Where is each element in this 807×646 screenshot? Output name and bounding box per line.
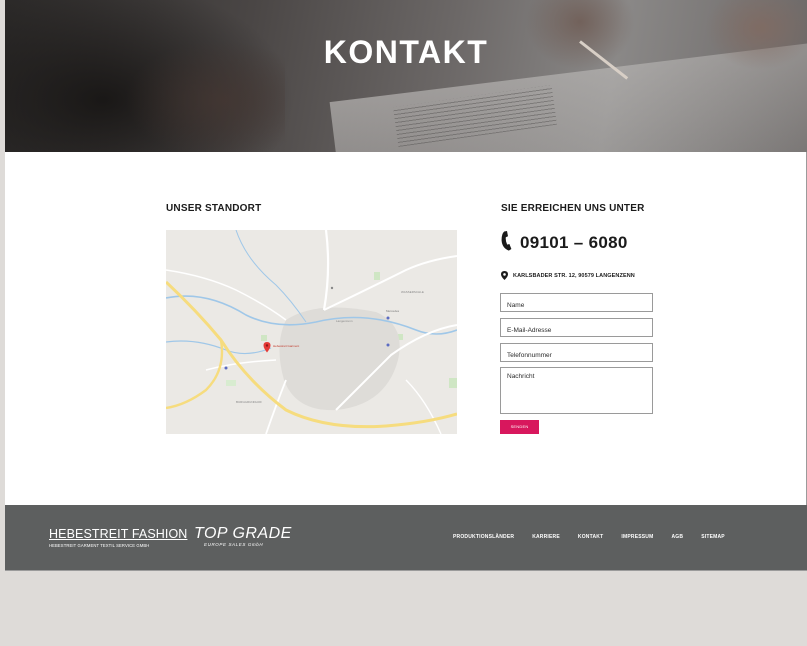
nav-link-produktionslaender[interactable]: PRODUKTIONSLÄNDER (453, 534, 514, 540)
browser-page: KONTAKT UNSER STANDORT WASSERSCHLE Merce… (5, 0, 807, 570)
nav-link-kontakt[interactable]: KONTAKT (578, 534, 603, 540)
phone-icon (501, 230, 514, 256)
svg-text:Langenzenn: Langenzenn (336, 319, 353, 323)
contact-heading: SIE ERREICHEN UNS UNTER (501, 203, 645, 214)
footer-nav: PRODUKTIONSLÄNDER KARRIERE KONTAKT IMPRE… (453, 534, 743, 540)
nav-link-impressum[interactable]: IMPRESSUM (621, 534, 653, 540)
logo2-subtitle: EUROPE SALES GmbH (204, 542, 264, 547)
phone-number[interactable]: 09101 – 6080 (520, 233, 628, 253)
address-row: KARLSBADER STR. 12, 90579 LANGENZENN (501, 267, 635, 285)
svg-text:WASSERSCHLE: WASSERSCHLE (401, 290, 424, 294)
page-title: KONTAKT (323, 34, 489, 70)
svg-text:Hebestreit Garment: Hebestreit Garment (273, 344, 299, 348)
svg-text:Mercedes: Mercedes (386, 309, 400, 313)
name-field[interactable] (500, 293, 653, 312)
address-text: KARLSBADER STR. 12, 90579 LANGENZENN (513, 273, 635, 279)
footer: HEBESTREIT FASHION HEBESTREIT GARMENT TE… (5, 505, 807, 570)
logo1-subtitle: HEBESTREIT GARMENT TEXTIL SERVICE GMBH (49, 543, 150, 548)
nav-link-agb[interactable]: AGB (671, 534, 683, 540)
nav-link-sitemap[interactable]: SITEMAP (701, 534, 725, 540)
map-pin-icon (501, 267, 508, 285)
hebestreit-logo[interactable]: HEBESTREIT FASHION HEBESTREIT GARMENT TE… (49, 527, 188, 549)
message-field[interactable] (500, 367, 653, 414)
topgrade-logo[interactable]: TOP GRADE EUROPE SALES GmbH (194, 525, 292, 548)
email-field[interactable] (500, 318, 653, 337)
logo1-title: HEBESTREIT FASHION (49, 527, 188, 541)
location-map[interactable]: WASSERSCHLE Mercedes BURGGRUNDHOF Langen… (166, 230, 457, 434)
map-graphic: WASSERSCHLE Mercedes BURGGRUNDHOF Langen… (166, 230, 457, 434)
phone-field[interactable] (500, 343, 653, 362)
nav-link-karriere[interactable]: KARRIERE (532, 534, 560, 540)
logo2-title: TOP GRADE (194, 525, 292, 542)
hero-banner: KONTAKT (5, 0, 807, 152)
phone-row: 09101 – 6080 (501, 230, 628, 256)
svg-text:BURGGRUNDHOF: BURGGRUNDHOF (236, 400, 262, 404)
location-heading: UNSER STANDORT (166, 203, 262, 214)
send-button[interactable]: SENDEN (500, 420, 539, 434)
